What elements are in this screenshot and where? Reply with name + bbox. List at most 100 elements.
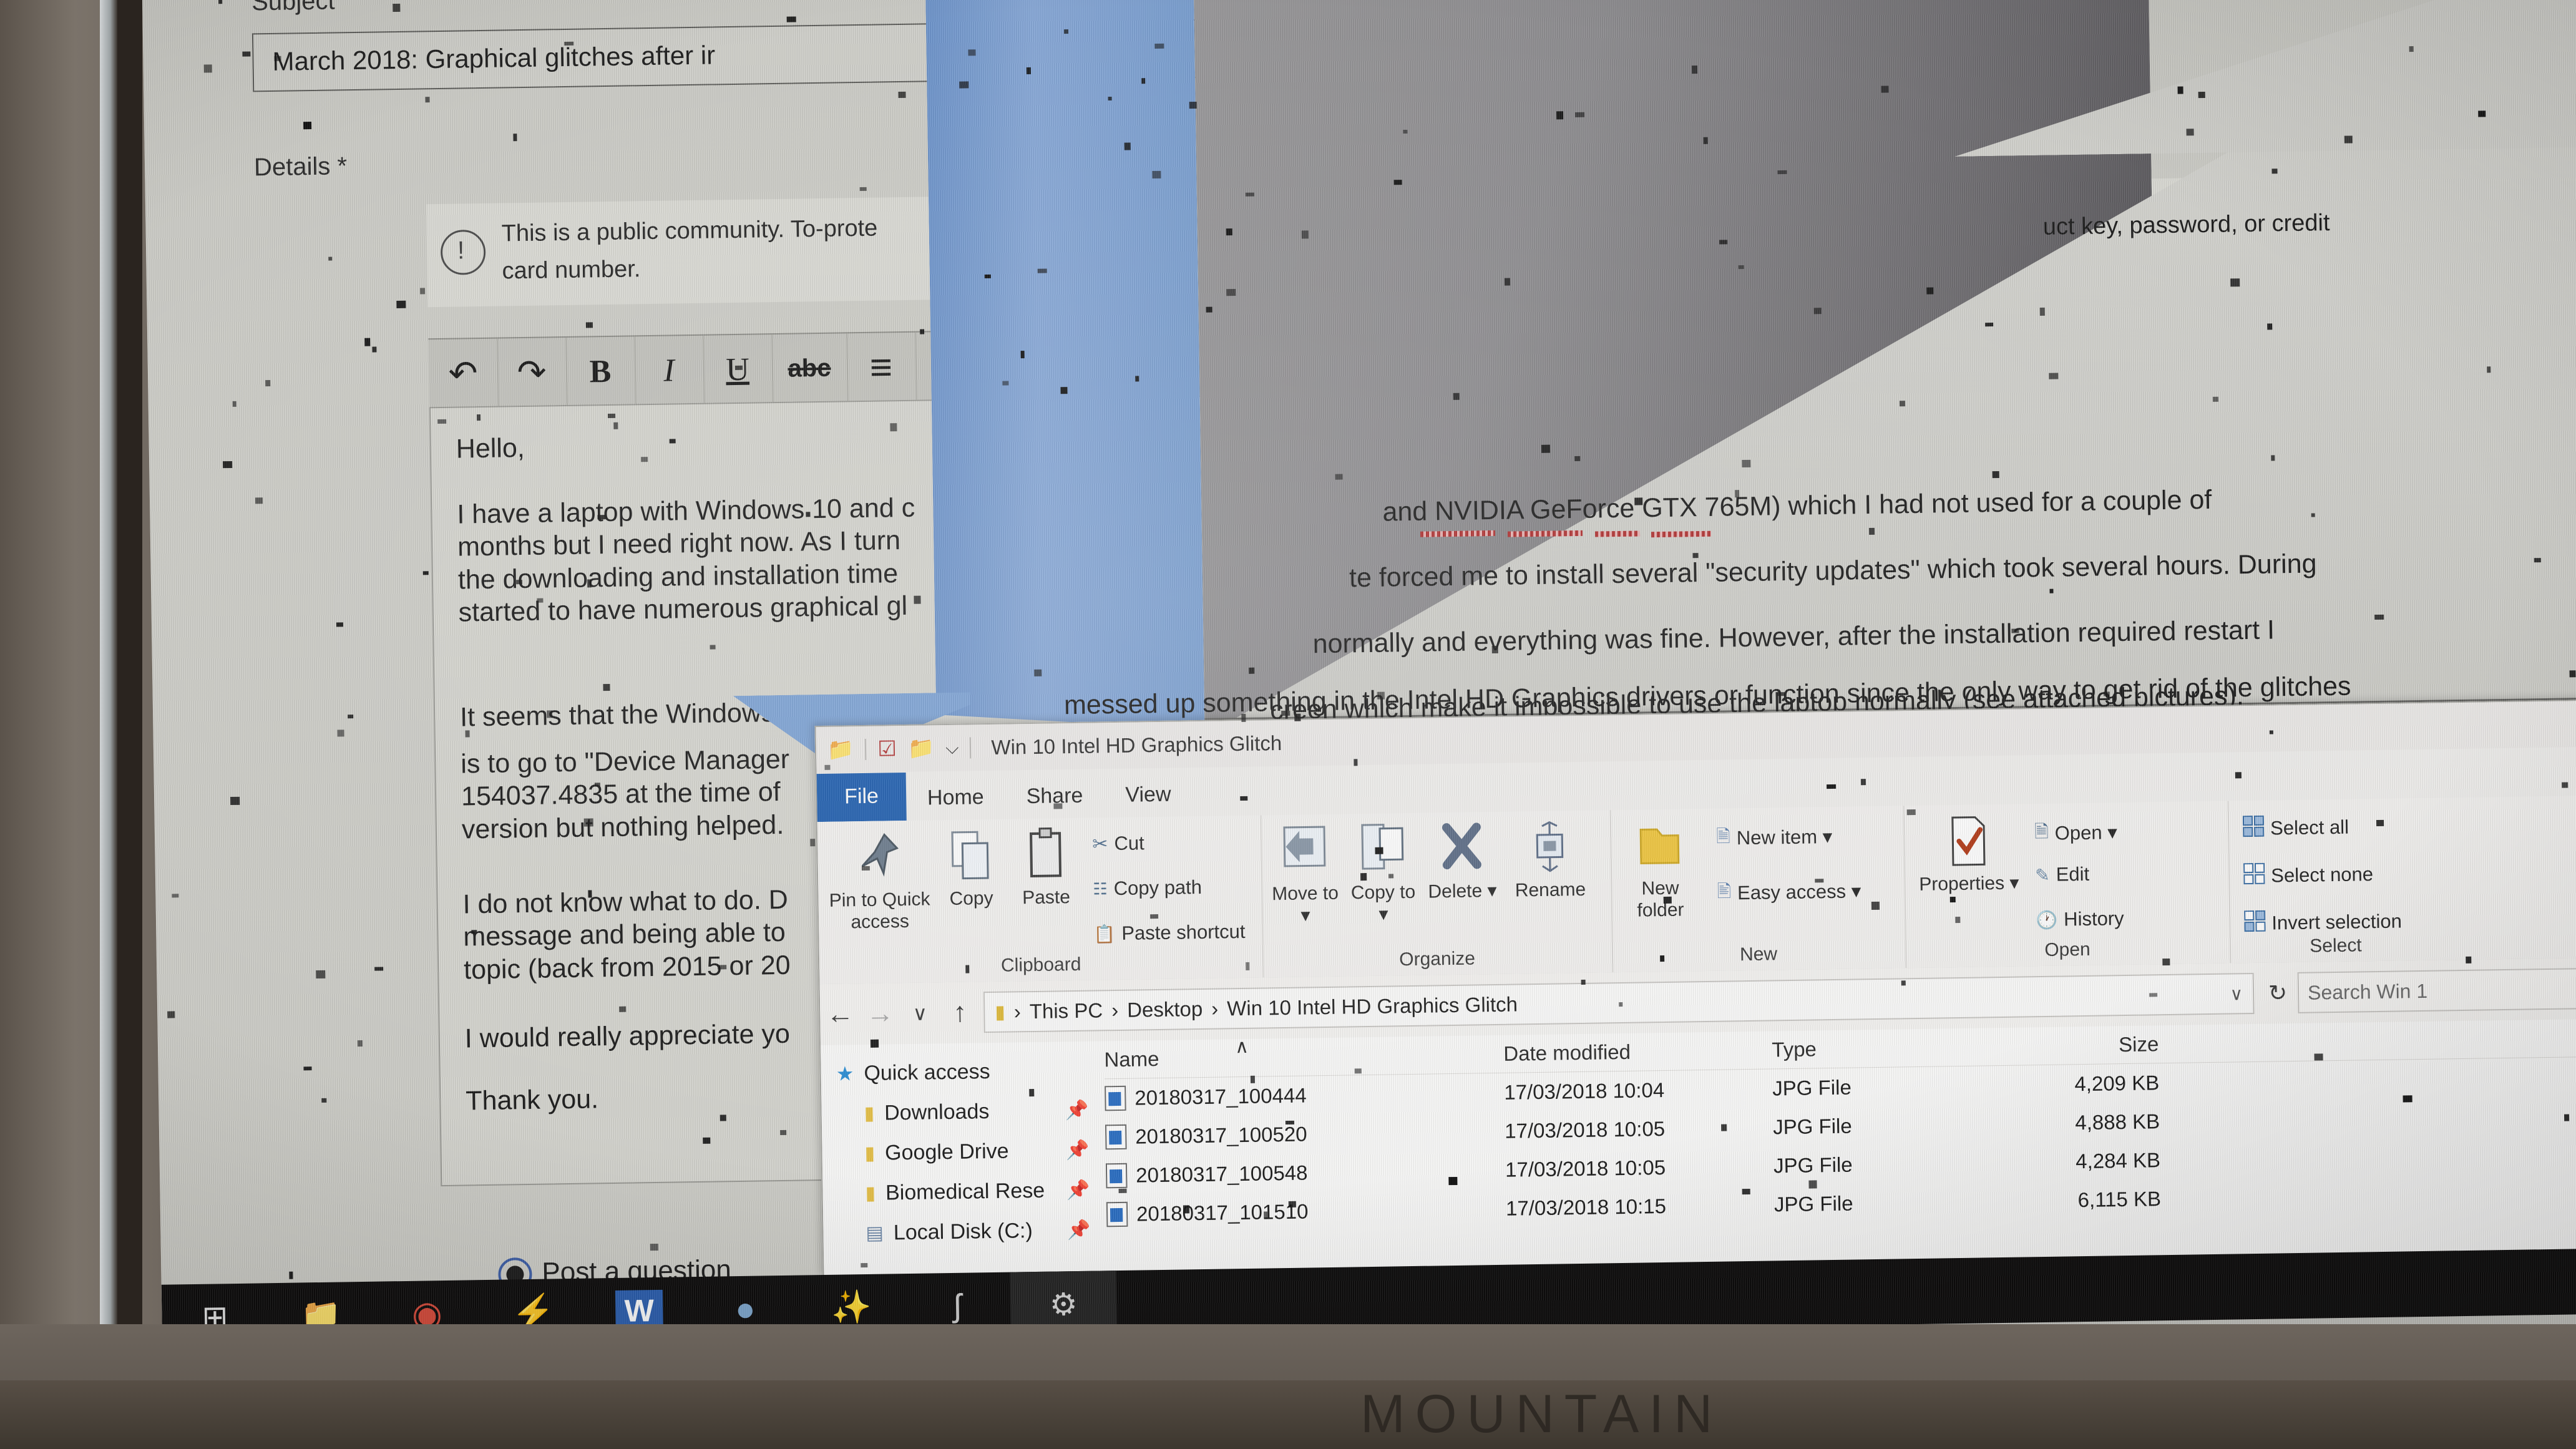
dead-pixel-artifact (203, 64, 212, 73)
move-to-label: Move to ▾ (1271, 882, 1339, 926)
dead-pixel-artifact (780, 1129, 787, 1136)
tab-view[interactable]: View (1104, 773, 1193, 817)
group-label-open: Open (2044, 939, 2091, 960)
column-header-type[interactable]: Type (1772, 1035, 1972, 1062)
dead-pixel-artifact (419, 288, 426, 295)
dead-pixel-artifact (734, 365, 743, 370)
notice-line-1: This is a public community. To-prote (501, 215, 878, 247)
redo-icon[interactable]: ↷ (497, 337, 568, 407)
tab-file[interactable]: File (816, 772, 907, 822)
italic-button[interactable]: I (634, 335, 705, 406)
edit-button[interactable]: ✎ Edit (2035, 863, 2089, 886)
select-all-icon (2242, 815, 2265, 842)
properties-button[interactable]: Properties ▾ (1912, 812, 2026, 895)
dead-pixel-artifact (425, 97, 430, 103)
tab-home[interactable]: Home (906, 776, 1006, 821)
file-type: JPG File (1773, 1153, 1853, 1178)
dead-pixel-artifact (1827, 784, 1837, 789)
history-button[interactable]: 🕐 History (2036, 907, 2124, 931)
dead-pixel-artifact (1906, 809, 1916, 816)
move-to-button[interactable]: Move to ▾ (1267, 823, 1343, 927)
dead-pixel-artifact (1354, 759, 1358, 766)
chevron-down-icon[interactable]: ∨ (2230, 983, 2243, 1004)
nav-item-biomedical-research[interactable]: ▮ Biomedical Rese 📌 (837, 1169, 1106, 1213)
folder-icon[interactable]: 📁 (827, 737, 854, 763)
dead-pixel-artifact (1063, 29, 1069, 34)
dead-pixel-artifact (274, 56, 281, 61)
copy-button[interactable]: Copy (936, 828, 1006, 910)
paste-shortcut-button[interactable]: 📋 Paste shortcut (1093, 920, 1246, 945)
file-explorer-window[interactable]: 📁 ☑ 📁 ⌵ Win 10 Intel HD Graphics Glitch … (814, 699, 2576, 1278)
dead-pixel-artifact (1240, 796, 1248, 801)
dead-pixel-artifact (1926, 287, 1934, 295)
jpg-file-icon (1105, 1085, 1126, 1111)
recent-locations-button[interactable]: ∨ (900, 1001, 940, 1025)
open-label: Open ▾ (2054, 821, 2118, 844)
rename-button[interactable]: Rename (1503, 819, 1598, 902)
open-button[interactable]: 🗎 Open ▾ (2034, 817, 2117, 849)
copy-to-button[interactable]: Copy to ▾ (1345, 822, 1421, 926)
select-none-button[interactable]: Select none (2243, 861, 2373, 889)
search-input[interactable]: Search Win 1 (2308, 979, 2428, 1004)
nav-label-google-drive: Google Drive (884, 1139, 1009, 1165)
up-button[interactable]: ↑ (940, 997, 980, 1028)
align-left-button[interactable]: ≡ (846, 332, 917, 402)
search-box[interactable]: Search Win 1 (2297, 968, 2576, 1013)
tab-share[interactable]: Share (1005, 774, 1105, 819)
dead-pixel-artifact (2409, 46, 2414, 52)
refresh-icon[interactable]: ↻ (2258, 980, 2298, 1007)
dead-pixel-artifact (2562, 782, 2569, 788)
breadcrumb-current-folder[interactable]: Win 10 Intel HD Graphics Glitch (1227, 992, 1518, 1020)
nav-item-local-disk-c[interactable]: ▤ Local Disk (C:) 📌 (838, 1209, 1107, 1253)
file-size: 4,209 KB (2074, 1071, 2160, 1096)
column-header-size[interactable]: Size (1971, 1032, 2159, 1058)
notice-line-3: uct key, password, or credit (2042, 210, 2330, 240)
dead-pixel-artifact (1735, 490, 1740, 498)
dead-pixel-artifact (289, 1271, 293, 1279)
dead-pixel-artifact (1150, 914, 1159, 919)
group-label-select: Select (2310, 935, 2362, 957)
new-folder-button[interactable]: New folder (1619, 817, 1701, 922)
forward-button[interactable]: → (860, 998, 900, 1030)
properties-check-icon[interactable]: ☑ (877, 736, 897, 761)
dead-pixel-artifact (477, 414, 481, 421)
dead-pixel-artifact (1504, 278, 1511, 286)
column-header-name[interactable]: Name ∧ (1104, 1037, 1503, 1071)
cut-button[interactable]: ✂ Cut (1092, 832, 1144, 855)
pin-icon[interactable]: 📌 (1067, 1219, 1091, 1241)
new-item-button[interactable]: 🗎 New item ▾ (1716, 822, 1833, 854)
select-none-label: Select none (2271, 863, 2374, 887)
customize-chevron-icon[interactable]: ⌵ (945, 738, 959, 758)
bold-button[interactable]: B (565, 336, 637, 406)
invert-selection-button[interactable]: Invert selection (2244, 908, 2402, 937)
nav-item-quick-access[interactable]: ★ Quick access (836, 1050, 1105, 1093)
ribbon-group-clipboard: Pin to Quick access Copy Paste ✂ Cut ☷ C… (817, 815, 1264, 985)
dead-pixel-artifact (1029, 1088, 1035, 1097)
dead-pixel-artifact (810, 839, 816, 847)
dead-pixel-artifact (718, 965, 727, 970)
breadcrumb-this-pc[interactable]: This PC (1030, 998, 1103, 1023)
dead-pixel-artifact (1777, 170, 1787, 175)
paste-button[interactable]: Paste (1008, 827, 1084, 909)
column-header-date[interactable]: Date modified (1503, 1038, 1772, 1065)
nav-item-google-drive[interactable]: ▮ Google Drive 📌 (837, 1129, 1106, 1173)
dead-pixel-artifact (1955, 916, 1961, 924)
copy-path-button[interactable]: ☷ Copy path (1093, 876, 1202, 900)
breadcrumb-desktop[interactable]: Desktop (1127, 997, 1203, 1022)
dead-pixel-artifact (336, 622, 344, 627)
new-folder-icon[interactable]: 📁 (908, 736, 935, 761)
dead-pixel-artifact (2534, 558, 2541, 563)
easy-access-button[interactable]: 🖹 Easy access ▾ (1717, 876, 1861, 908)
undo-icon[interactable]: ↶ (428, 338, 499, 409)
back-button[interactable]: ← (820, 998, 861, 1030)
dead-pixel-artifact (1574, 456, 1581, 462)
delete-button[interactable]: Delete ▾ (1424, 821, 1500, 903)
nav-item-downloads[interactable]: ▮ Downloads 📌 (836, 1090, 1105, 1133)
select-all-button[interactable]: Select all (2242, 814, 2349, 842)
pin-icon[interactable]: 📌 (1066, 1139, 1090, 1161)
pin-icon[interactable]: 📌 (1065, 1099, 1089, 1121)
strikethrough-button[interactable]: abc (771, 333, 849, 404)
dead-pixel-artifact (1619, 1002, 1623, 1007)
pin-to-quick-access-button[interactable]: Pin to Quick access (822, 829, 936, 934)
pin-icon[interactable]: 📌 (1066, 1179, 1090, 1201)
